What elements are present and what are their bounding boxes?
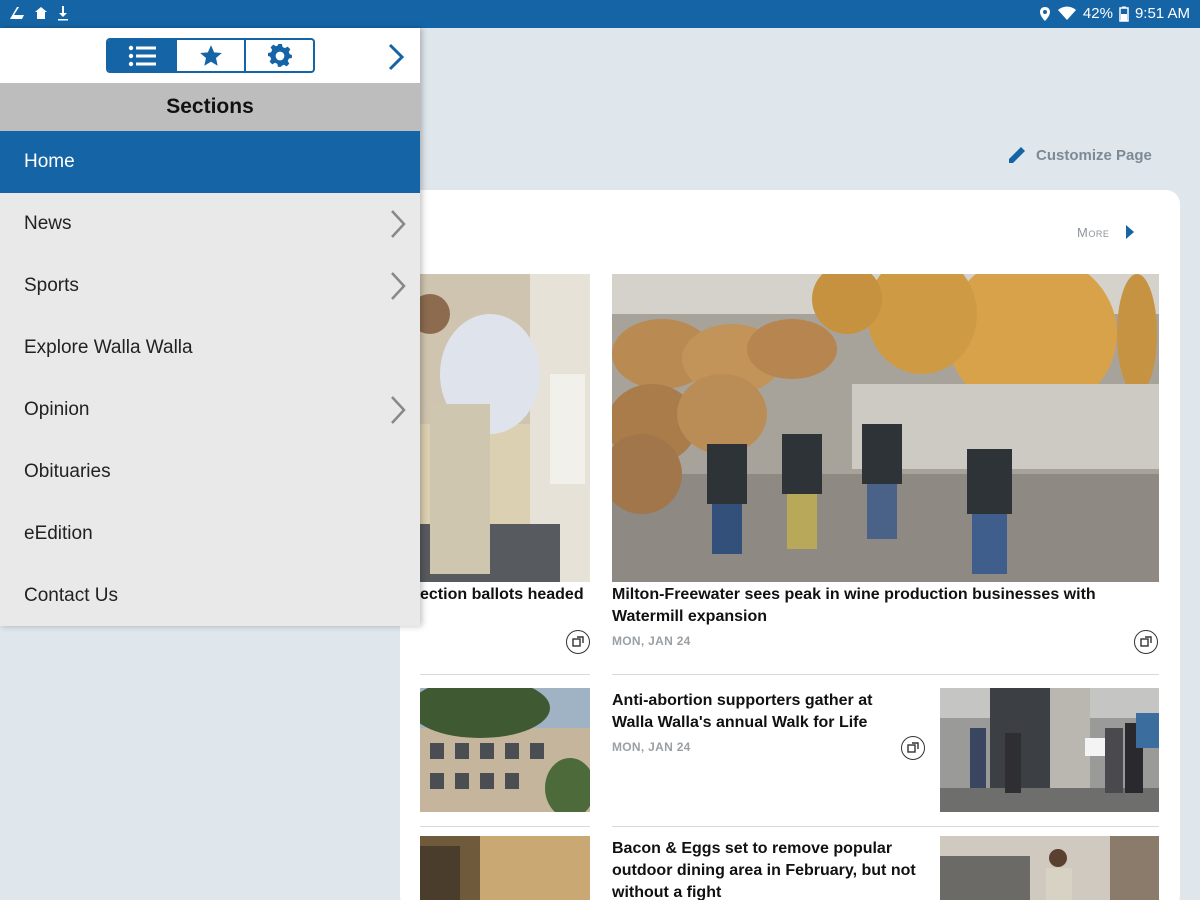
article-image-restaurant[interactable]	[940, 836, 1159, 900]
sidebar-item-label: News	[24, 213, 72, 234]
article-image-ballots[interactable]	[420, 274, 590, 582]
customize-page-label: Customize Page	[1036, 146, 1152, 164]
sidebar-item-label: Contact Us	[24, 585, 118, 606]
article-image-winery[interactable]	[612, 274, 1159, 582]
divider	[612, 674, 1159, 675]
sidebar-item-news[interactable]: News	[0, 193, 420, 255]
article-date: MON, JAN 24	[612, 740, 691, 754]
tab-sections[interactable]	[108, 40, 177, 71]
clock: 9:51 AM	[1134, 5, 1190, 22]
divider	[420, 826, 590, 827]
navigation-drawer: Sections Home News Sports Explore Walla Wal…	[0, 28, 420, 626]
app-notification-icon	[10, 7, 24, 19]
article-headline[interactable]: Anti-abortion supporters gather at Walla…	[612, 690, 912, 734]
chevron-right-icon[interactable]	[388, 270, 408, 302]
chevron-right-icon[interactable]	[388, 394, 408, 426]
sidebar-item-sports[interactable]: Sports	[0, 255, 420, 317]
customize-page-button[interactable]: Customize Page	[1006, 144, 1152, 166]
drawer-header	[0, 28, 420, 83]
tab-favorites[interactable]	[177, 40, 246, 71]
location-icon	[1039, 6, 1050, 21]
divider	[612, 826, 1159, 827]
drawer-tab-switcher	[106, 38, 315, 73]
sidebar-item-label: Explore Walla Walla	[24, 337, 193, 358]
sections-list: Home News Sports Explore Walla Walla Opinion…	[0, 131, 420, 627]
sections-heading: Sections	[0, 83, 420, 131]
share-icon[interactable]	[1134, 630, 1158, 654]
chevron-right-icon[interactable]	[388, 208, 408, 240]
sidebar-item-label: Opinion	[24, 399, 90, 420]
share-icon[interactable]	[901, 736, 925, 760]
sidebar-item-label: Sports	[24, 275, 79, 296]
article-date: MON, JAN 24	[612, 634, 691, 648]
pencil-icon	[1009, 147, 1025, 163]
sidebar-item-label: eEdition	[24, 523, 93, 544]
article-image-mascot[interactable]	[420, 836, 590, 900]
status-bar: 42% 9:51 AM	[0, 0, 1200, 28]
divider	[420, 674, 590, 675]
article-image-walk[interactable]	[940, 688, 1159, 812]
gear-icon	[267, 43, 292, 67]
sidebar-item-obituaries[interactable]: Obituaries	[0, 441, 420, 503]
sidebar-item-label: Obituaries	[24, 461, 111, 482]
sidebar-item-opinion[interactable]: Opinion	[0, 379, 420, 441]
sidebar-item-eedition[interactable]: eEdition	[0, 503, 420, 565]
tab-settings[interactable]	[246, 40, 313, 71]
battery-icon	[1119, 6, 1129, 22]
article-headline[interactable]: Bacon & Eggs set to remove popular outdo…	[612, 838, 922, 900]
close-drawer-chevron-icon[interactable]	[386, 42, 406, 72]
sidebar-item-home[interactable]: Home	[0, 131, 420, 193]
more-link[interactable]: More	[1077, 224, 1135, 240]
sidebar-item-contact-us[interactable]: Contact Us	[0, 565, 420, 627]
wifi-icon	[1057, 6, 1076, 20]
list-icon	[128, 45, 156, 66]
battery-percent: 42%	[1082, 5, 1113, 22]
home-notification-icon	[35, 7, 47, 19]
article-image-building[interactable]	[420, 688, 590, 812]
download-icon	[58, 6, 68, 21]
sidebar-item-label: Home	[24, 151, 75, 172]
star-icon	[199, 44, 222, 66]
more-label: More	[1077, 224, 1110, 240]
caret-right-icon	[1126, 225, 1135, 239]
article-headline[interactable]: Milton-Freewater sees peak in wine produ…	[612, 584, 1132, 628]
article-headline[interactable]: ection ballots headed	[420, 584, 590, 606]
sidebar-item-explore-walla-walla[interactable]: Explore Walla Walla	[0, 317, 420, 379]
share-icon[interactable]	[566, 630, 590, 654]
